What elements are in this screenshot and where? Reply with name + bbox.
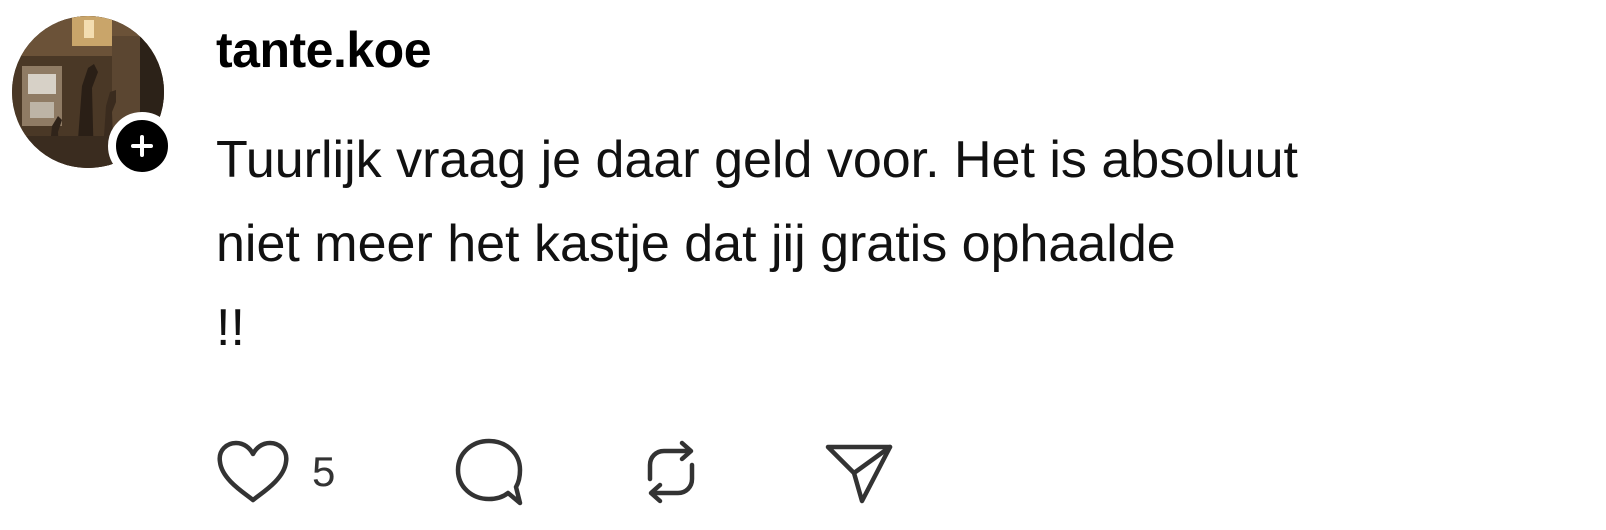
paper-plane-icon xyxy=(825,444,893,504)
plus-icon xyxy=(131,135,153,157)
comment-post: tante.koe Tuurlijk vraag je daar geld vo… xyxy=(0,0,1606,530)
repost-arrows-icon xyxy=(647,440,695,504)
username[interactable]: tante.koe xyxy=(216,18,432,82)
comment-line: !! xyxy=(216,299,245,357)
speech-bubble-icon xyxy=(455,438,523,506)
follow-button[interactable] xyxy=(108,112,176,180)
heart-icon xyxy=(217,440,289,503)
repost-button[interactable] xyxy=(636,436,706,508)
share-button[interactable] xyxy=(824,436,894,508)
like-button[interactable]: 5 xyxy=(216,436,335,508)
like-count: 5 xyxy=(312,448,336,495)
reply-button[interactable] xyxy=(454,436,524,508)
comment-text: Tuurlijk vraag je daar geld voor. Het is… xyxy=(216,118,1596,370)
comment-line: Tuurlijk vraag je daar geld voor. Het is… xyxy=(216,131,1298,189)
comment-line: niet meer het kastje dat jij gratis opha… xyxy=(216,215,1176,273)
avatar-container[interactable] xyxy=(12,16,176,180)
